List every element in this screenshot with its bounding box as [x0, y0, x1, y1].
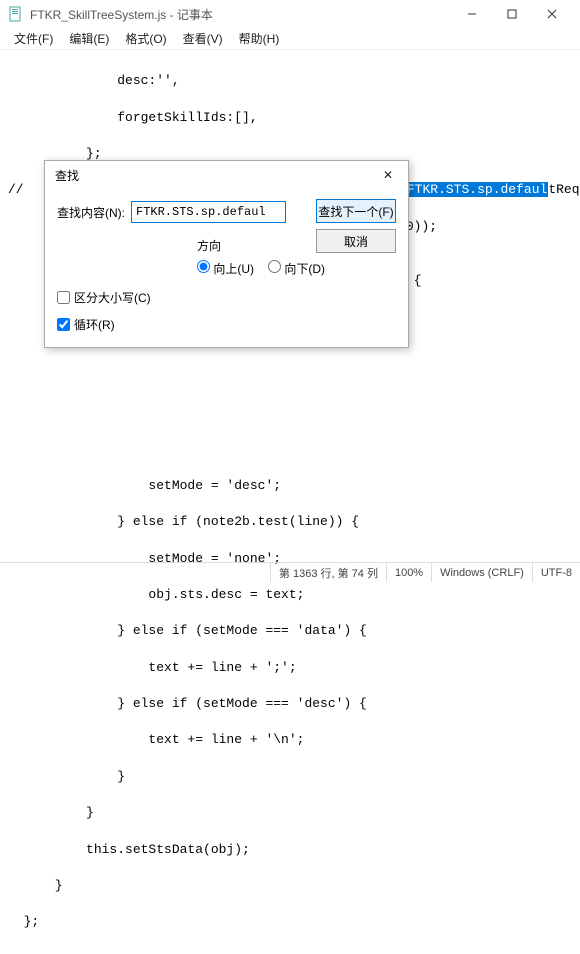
status-encoding: UTF-8: [532, 563, 580, 582]
status-position: 第 1363 行, 第 74 列: [270, 563, 386, 582]
direction-down[interactable]: 向下(D): [268, 260, 325, 277]
code-line: desc:'',: [8, 72, 572, 90]
notepad-icon: [8, 6, 24, 22]
menu-bar: 文件(F) 编辑(E) 格式(O) 查看(V) 帮助(H): [0, 28, 580, 50]
find-input[interactable]: [131, 201, 286, 223]
code-line: } else if (setMode === 'data') {: [8, 622, 572, 640]
code-line: } else if (note2b.test(line)) {: [8, 513, 572, 531]
menu-file[interactable]: 文件(F): [8, 28, 59, 49]
close-button[interactable]: [532, 0, 572, 28]
minimize-button[interactable]: [452, 0, 492, 28]
find-close-button[interactable]: ✕: [378, 168, 398, 182]
menu-edit[interactable]: 编辑(E): [63, 28, 115, 49]
code-line: setMode = 'desc';: [8, 477, 572, 495]
find-dialog: 查找 ✕ 查找内容(N): 查找下一个(F) 取消 方向 向上(U) 向下(D)…: [44, 160, 409, 348]
menu-help[interactable]: 帮助(H): [233, 28, 286, 49]
code-line: forgetSkillIds:[],: [8, 109, 572, 127]
title-bar: FTKR_SkillTreeSystem.js - 记事本: [0, 0, 580, 28]
code-line: text += line + ';';: [8, 659, 572, 677]
find-dialog-title: 查找: [55, 167, 378, 184]
cancel-button[interactable]: 取消: [316, 229, 396, 253]
find-next-button[interactable]: 查找下一个(F): [316, 199, 396, 223]
find-content-label: 查找内容(N):: [57, 204, 125, 221]
code-line: }: [8, 877, 572, 895]
window-title: FTKR_SkillTreeSystem.js - 记事本: [30, 6, 452, 23]
status-bar: 第 1363 行, 第 74 列 100% Windows (CRLF) UTF…: [0, 562, 580, 582]
code-line: } else if (setMode === 'desc') {: [8, 695, 572, 713]
menu-format[interactable]: 格式(O): [119, 28, 172, 49]
status-eol: Windows (CRLF): [431, 563, 532, 582]
code-line: }: [8, 768, 572, 786]
status-zoom: 100%: [386, 563, 431, 582]
match-case-checkbox[interactable]: 区分大小写(C): [57, 289, 396, 306]
code-line: text += line + '\n';: [8, 731, 572, 749]
code-line: }: [8, 804, 572, 822]
maximize-button[interactable]: [492, 0, 532, 28]
direction-up[interactable]: 向上(U): [197, 260, 254, 277]
wrap-checkbox[interactable]: 循环(R): [57, 316, 396, 333]
code-line: };: [8, 913, 572, 931]
selected-text: FTKR.STS.sp.defaul: [406, 182, 548, 197]
menu-view[interactable]: 查看(V): [177, 28, 229, 49]
code-line: this.setStsData(obj);: [8, 841, 572, 859]
code-line: obj.sts.desc = text;: [8, 586, 572, 604]
